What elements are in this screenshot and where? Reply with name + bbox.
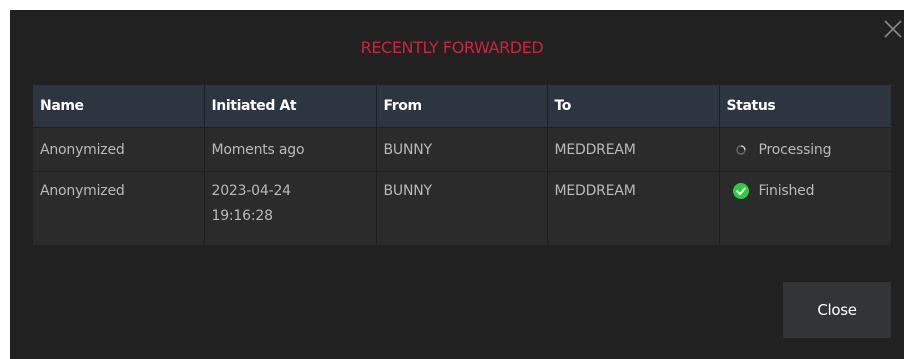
forwarded-table: Name Initiated At From To Status Anonymi… xyxy=(33,85,891,245)
status-finished: Finished xyxy=(727,179,815,204)
cell-name: Anonymized xyxy=(33,126,205,171)
table-row[interactable]: Anonymized 2023-04-24 19:16:28 BUNNY MED… xyxy=(33,170,891,245)
dialog-title: RECENTLY FORWARDED xyxy=(360,38,544,57)
column-header-to[interactable]: To xyxy=(547,85,720,127)
check-circle-icon xyxy=(732,183,749,199)
table-header-row: Name Initiated At From To Status xyxy=(33,85,891,127)
cell-from: BUNNY xyxy=(376,126,548,171)
column-header-from[interactable]: From xyxy=(376,85,548,127)
cell-initiated-at: Moments ago xyxy=(204,126,377,171)
column-header-name[interactable]: Name xyxy=(33,85,205,127)
cell-to: MEDDREAM xyxy=(547,126,720,171)
column-header-initiated-at[interactable]: Initiated At xyxy=(204,85,377,127)
cell-status: Finished xyxy=(719,170,891,245)
cell-to: MEDDREAM xyxy=(547,170,720,245)
status-processing: Processing xyxy=(727,138,832,163)
close-x-icon[interactable] xyxy=(882,18,904,40)
spinner-icon xyxy=(733,142,749,158)
recently-forwarded-dialog: RECENTLY FORWARDED Name Initiated At Fro… xyxy=(10,10,904,359)
column-header-status[interactable]: Status xyxy=(719,85,891,127)
cell-from: BUNNY xyxy=(376,170,548,245)
cell-initiated-at: 2023-04-24 19:16:28 xyxy=(204,170,377,245)
cell-status: Processing xyxy=(719,126,891,171)
table-row[interactable]: Anonymized Moments ago BUNNY MEDDREAM Pr… xyxy=(33,126,891,171)
status-label: Finished xyxy=(758,182,815,199)
cell-name: Anonymized xyxy=(33,170,205,245)
close-button[interactable]: Close xyxy=(783,282,891,338)
status-label: Processing xyxy=(758,141,832,158)
